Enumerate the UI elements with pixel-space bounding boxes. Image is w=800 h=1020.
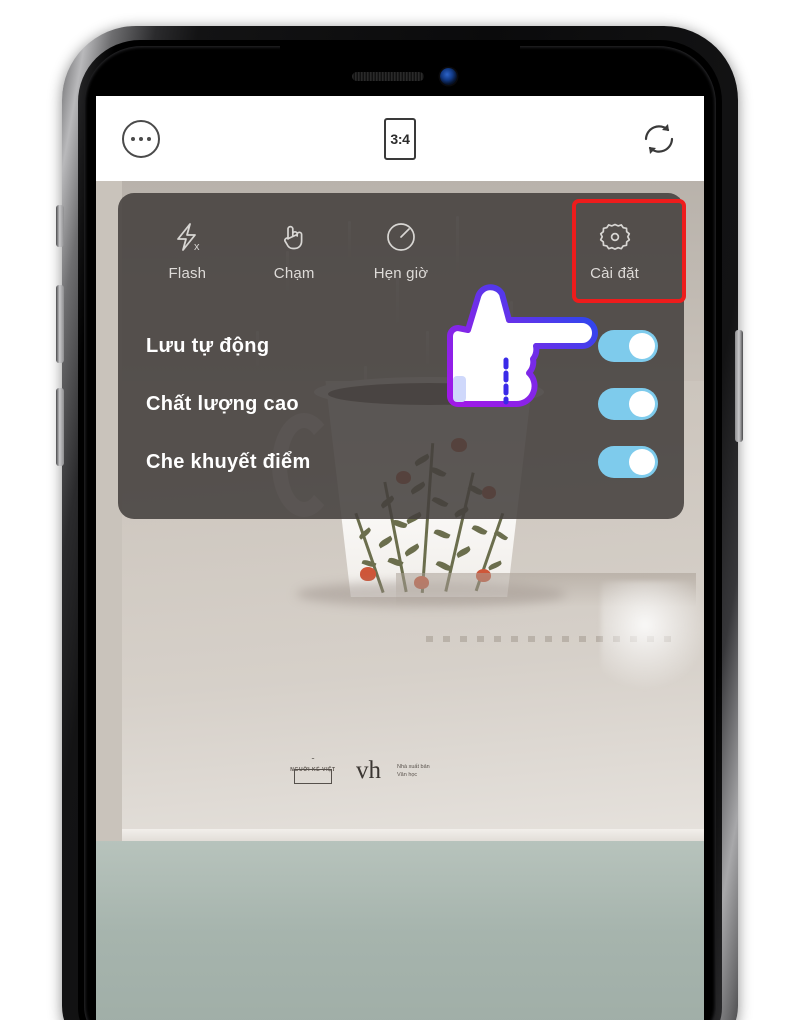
toggle-knob — [629, 449, 655, 475]
tool-label: Chạm — [273, 265, 315, 282]
flip-camera-button[interactable] — [638, 118, 680, 160]
toggle-knob — [629, 333, 655, 359]
camera-top-appbar: 3:4 — [96, 96, 704, 181]
tool-hidden-behind-cursor[interactable] — [454, 219, 561, 265]
tool-timer[interactable]: Hẹn giờ — [348, 219, 455, 282]
earpiece-speaker — [352, 72, 424, 81]
dot — [139, 137, 143, 141]
option-label: Chất lượng cao — [146, 392, 299, 415]
option-label: Lưu tự động — [146, 334, 270, 357]
publisher-logo-text: vh — [356, 756, 381, 784]
gear-icon — [598, 219, 632, 255]
publisher-marks: NGUỜI KỂ VIỆT vh Nhà xuất bản Văn học — [286, 756, 516, 786]
pointing-hand-cursor — [432, 278, 612, 418]
power-button[interactable] — [735, 330, 743, 442]
phone-screen: NGUỜI KỂ VIỆT vh Nhà xuất bản Văn học x … — [96, 96, 704, 1020]
dot — [147, 137, 151, 141]
svg-text:x: x — [194, 241, 200, 253]
timer-icon — [384, 219, 418, 255]
tap-hand-icon — [277, 219, 311, 255]
toggle-knob — [629, 391, 655, 417]
imprint-name: NGUỜI KỂ VIỆT — [290, 767, 336, 773]
front-camera-icon — [440, 68, 457, 85]
tool-flash[interactable]: x Flash — [134, 219, 241, 282]
tool-label: Flash — [168, 265, 207, 282]
aspect-ratio-value: 3:4 — [390, 131, 410, 147]
option-label: Che khuyết điểm — [146, 450, 311, 473]
camera-preview[interactable]: NGUỜI KỂ VIỆT vh Nhà xuất bản Văn học x … — [96, 181, 704, 1020]
toggle-blemish-hide[interactable] — [598, 446, 658, 478]
mute-switch-button[interactable] — [56, 205, 64, 247]
volume-down-button[interactable] — [56, 388, 64, 466]
tool-settings[interactable]: Cài đặt — [561, 219, 668, 282]
light-glare — [601, 581, 704, 691]
option-row-blemish-hide[interactable]: Che khuyết điểm — [146, 441, 658, 483]
aspect-ratio-button[interactable]: 3:4 — [384, 118, 416, 160]
dot — [131, 137, 135, 141]
imprint-logo-icon: NGUỜI KỂ VIỆT — [286, 758, 340, 784]
tool-touch[interactable]: Chạm — [241, 219, 348, 282]
tool-label: Hẹn giờ — [373, 265, 429, 282]
screenshot-stage: NGUỜI KỂ VIỆT vh Nhà xuất bản Văn học x … — [0, 0, 800, 1020]
more-options-button[interactable] — [122, 120, 160, 158]
flower — [360, 567, 376, 581]
publisher-fullname: Nhà xuất bản Văn học — [397, 763, 430, 778]
flash-off-icon: x — [170, 219, 204, 255]
volume-up-button[interactable] — [56, 285, 64, 363]
table-surface — [96, 841, 704, 1020]
